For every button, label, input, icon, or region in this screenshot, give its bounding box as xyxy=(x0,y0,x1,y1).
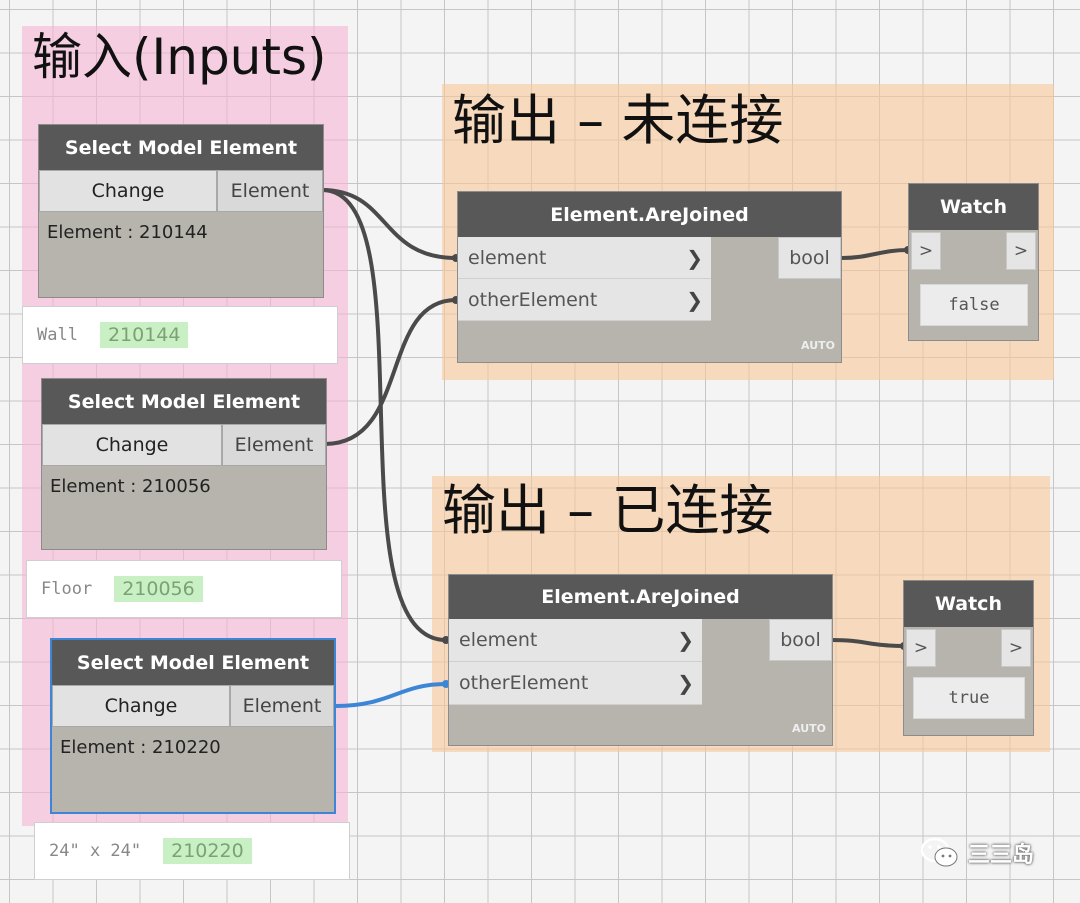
bool-output-port[interactable]: bool xyxy=(778,237,841,279)
selected-element-value: Element : 210056 xyxy=(50,476,211,497)
chevron-right-icon: ❯ xyxy=(686,287,703,312)
preview-id: 210144 xyxy=(99,322,189,348)
chevron-right-icon: ❯ xyxy=(686,245,703,270)
preview-bubble-3: 24" x 24" 210220 xyxy=(34,822,350,880)
element-output-port[interactable]: Element xyxy=(230,685,334,727)
change-button[interactable]: Change xyxy=(42,424,222,466)
watch-value: false xyxy=(920,284,1028,326)
change-button[interactable]: Change xyxy=(39,170,217,212)
port-label: otherElement xyxy=(468,288,598,311)
chevron-right-icon: ❯ xyxy=(677,628,694,652)
port-label: otherElement xyxy=(459,672,589,694)
element-input-port[interactable]: element ❯ xyxy=(449,619,702,662)
watch-input-port[interactable]: > xyxy=(911,232,941,270)
lacing-indicator[interactable]: AUTO xyxy=(792,722,826,735)
unconnected-group-title: 输出 – 未连接 xyxy=(452,89,784,152)
watermark-text: 三三岛 xyxy=(968,843,1035,868)
selected-element-value: Element : 210144 xyxy=(47,222,208,243)
node-title[interactable]: Watch xyxy=(904,581,1033,627)
lacing-indicator[interactable]: AUTO xyxy=(801,339,835,352)
bool-output-port[interactable]: bool xyxy=(769,619,832,661)
watch-node-1[interactable]: Watch > > false xyxy=(908,183,1039,341)
port-label: element xyxy=(459,629,538,651)
watch-node-2[interactable]: Watch > > true xyxy=(903,580,1034,736)
change-button[interactable]: Change xyxy=(52,685,230,727)
preview-bubble-1: Wall 210144 xyxy=(22,306,338,364)
wechat-icon xyxy=(920,837,958,867)
watch-value: true xyxy=(913,677,1025,719)
arejoined-node-2[interactable]: Element.AreJoined element ❯ otherElement… xyxy=(448,574,833,746)
node-title[interactable]: Element.AreJoined xyxy=(458,192,841,237)
chevron-right-icon: ❯ xyxy=(677,671,694,695)
watch-output-port[interactable]: > xyxy=(1001,629,1031,667)
watermark: 三三岛 xyxy=(920,836,1034,870)
watch-input-port[interactable]: > xyxy=(906,629,936,667)
node-title[interactable]: Select Model Element xyxy=(42,379,326,424)
watch-output-port[interactable]: > xyxy=(1006,232,1036,270)
preview-bubble-2: Floor 210056 xyxy=(26,560,342,618)
element-input-port[interactable]: element ❯ xyxy=(458,237,711,279)
preview-id: 210056 xyxy=(114,576,203,602)
preview-type: Floor xyxy=(41,579,93,599)
wire-4 xyxy=(335,682,447,708)
node-title[interactable]: Watch xyxy=(909,184,1038,230)
node-title[interactable]: Select Model Element xyxy=(39,125,323,170)
port-label: element xyxy=(468,246,547,269)
preview-type: Wall xyxy=(37,325,78,345)
inputs-group-title: 输入(Inputs) xyxy=(32,28,327,86)
arejoined-node-1[interactable]: Element.AreJoined element ❯ otherElement… xyxy=(457,191,842,363)
element-output-port[interactable]: Element xyxy=(217,170,323,212)
preview-id: 210220 xyxy=(163,838,252,864)
select-model-element-node-1[interactable]: Select Model Element Change Element Elem… xyxy=(38,124,324,298)
connected-group-title: 输出 – 已连接 xyxy=(442,479,774,542)
preview-type: 24" x 24" xyxy=(49,841,142,861)
selected-element-value: Element : 210220 xyxy=(60,737,221,758)
select-model-element-node-3[interactable]: Select Model Element Change Element Elem… xyxy=(50,638,336,814)
select-model-element-node-2[interactable]: Select Model Element Change Element Elem… xyxy=(41,378,327,550)
other-element-input-port[interactable]: otherElement ❯ xyxy=(449,662,702,705)
element-output-port[interactable]: Element xyxy=(222,424,326,466)
node-title[interactable]: Select Model Element xyxy=(52,640,334,685)
other-element-input-port[interactable]: otherElement ❯ xyxy=(458,279,711,321)
node-title[interactable]: Element.AreJoined xyxy=(449,575,832,619)
